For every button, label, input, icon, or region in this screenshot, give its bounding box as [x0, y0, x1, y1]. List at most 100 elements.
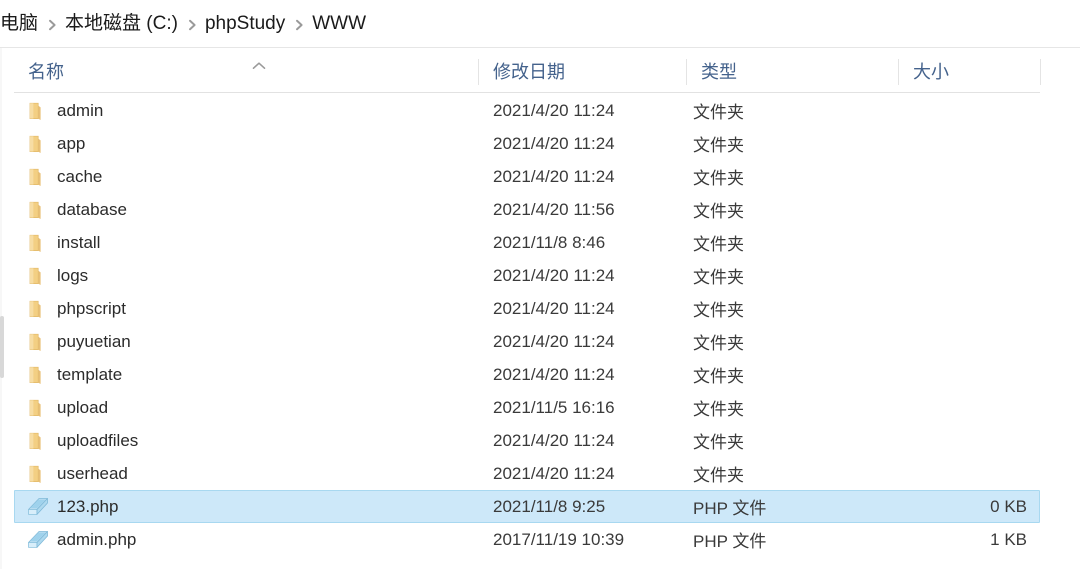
- file-row[interactable]: 123.php 2021/11/8 9:25 PHP 文件 0 KB: [14, 490, 1040, 523]
- file-type-cell: 文件夹: [693, 235, 744, 254]
- folder-icon: [23, 99, 53, 123]
- file-row[interactable]: phpscript 2021/4/20 11:24 文件夹: [14, 292, 1040, 325]
- file-row[interactable]: userhead 2021/4/20 11:24 文件夹: [14, 457, 1040, 490]
- file-name-cell: admin: [23, 99, 473, 123]
- file-size-cell: 0 KB: [990, 496, 1027, 516]
- folder-icon: [23, 429, 53, 453]
- file-row[interactable]: upload 2021/11/5 16:16 文件夹: [14, 391, 1040, 424]
- column-header-size[interactable]: 大小: [899, 49, 1040, 92]
- file-name-cell: puyuetian: [23, 330, 473, 354]
- folder-icon: [23, 462, 53, 486]
- file-name-label: template: [57, 364, 123, 384]
- file-row[interactable]: template 2021/4/20 11:24 文件夹: [14, 358, 1040, 391]
- breadcrumb-chevron-icon: [291, 19, 308, 31]
- file-row[interactable]: admin.php 2017/11/19 10:39 PHP 文件 1 KB: [14, 523, 1040, 556]
- file-row[interactable]: uploadfiles 2021/4/20 11:24 文件夹: [14, 424, 1040, 457]
- file-date-modified-cell: 2021/4/20 11:24: [493, 331, 615, 351]
- folder-icon: [23, 396, 53, 420]
- file-name-cell: admin.php: [23, 528, 473, 552]
- file-name-label: userhead: [57, 463, 128, 483]
- file-date-modified-cell: 2021/4/20 11:24: [493, 133, 615, 153]
- folder-icon: [23, 132, 53, 156]
- file-name-cell: app: [23, 132, 473, 156]
- file-type-cell: 文件夹: [693, 268, 744, 287]
- file-date-modified-cell: 2021/4/20 11:24: [493, 298, 615, 318]
- file-date-modified-cell: 2021/4/20 11:24: [493, 463, 615, 483]
- file-type-cell: 文件夹: [693, 169, 744, 188]
- sort-ascending-caret-icon: [252, 61, 266, 71]
- file-size-cell: 1 KB: [990, 529, 1027, 549]
- file-name-label: admin.php: [57, 529, 137, 549]
- php-file-icon: [23, 528, 53, 552]
- file-date-modified-cell: 2021/4/20 11:24: [493, 166, 615, 186]
- breadcrumb-this-pc[interactable]: 电脑: [0, 11, 44, 36]
- file-date-modified-cell: 2021/11/5 16:16: [493, 397, 615, 417]
- breadcrumb-local-disk-c[interactable]: 本地磁盘 (C:): [61, 11, 184, 36]
- file-row[interactable]: logs 2021/4/20 11:24 文件夹: [14, 259, 1040, 292]
- file-row[interactable]: admin 2021/4/20 11:24 文件夹: [14, 94, 1040, 127]
- file-name-cell: database: [23, 198, 473, 222]
- folder-icon: [23, 231, 53, 255]
- address-bar: 电脑 本地磁盘 (C:) phpStudy WWW: [0, 0, 1080, 48]
- file-name-label: install: [57, 232, 101, 252]
- file-date-modified-cell: 2021/11/8 9:25: [493, 496, 606, 516]
- file-type-cell: 文件夹: [693, 334, 744, 353]
- file-name-label: uploadfiles: [57, 430, 139, 450]
- file-name-label: logs: [57, 265, 89, 285]
- folder-icon: [23, 264, 53, 288]
- file-name-label: admin: [57, 100, 104, 120]
- file-type-cell: PHP 文件: [693, 532, 767, 551]
- file-date-modified-cell: 2021/4/20 11:56: [493, 199, 615, 219]
- file-name-cell: phpscript: [23, 297, 473, 321]
- php-file-icon: [23, 495, 53, 519]
- file-row[interactable]: database 2021/4/20 11:56 文件夹: [14, 193, 1040, 226]
- file-row[interactable]: cache 2021/4/20 11:24 文件夹: [14, 160, 1040, 193]
- breadcrumb-phpstudy[interactable]: phpStudy: [201, 11, 291, 36]
- column-header-row: 名称 修改日期 类型 大小: [14, 49, 1041, 93]
- file-name-cell: uploadfiles: [23, 429, 473, 453]
- file-date-modified-cell: 2021/4/20 11:24: [493, 430, 615, 450]
- file-name-cell: userhead: [23, 462, 473, 486]
- file-row[interactable]: install 2021/11/8 8:46 文件夹: [14, 226, 1040, 259]
- file-name-label: database: [57, 199, 127, 219]
- file-date-modified-cell: 2021/11/8 8:46: [493, 232, 606, 252]
- navigation-pane-scrollbar-thumb[interactable]: [0, 316, 4, 378]
- file-type-cell: 文件夹: [693, 466, 744, 485]
- file-name-cell: install: [23, 231, 473, 255]
- file-name-cell: logs: [23, 264, 473, 288]
- file-name-label: app: [57, 133, 86, 153]
- column-divider-size[interactable]: [1040, 59, 1041, 85]
- file-name-cell: cache: [23, 165, 473, 189]
- file-date-modified-cell: 2021/4/20 11:24: [493, 100, 615, 120]
- folder-icon: [23, 363, 53, 387]
- file-list[interactable]: admin 2021/4/20 11:24 文件夹 app 2021/4/20 11:2…: [14, 94, 1040, 569]
- column-header-date-modified[interactable]: 修改日期: [479, 49, 686, 92]
- file-name-label: phpscript: [57, 298, 126, 318]
- column-header-name[interactable]: 名称: [14, 49, 478, 92]
- file-name-cell: template: [23, 363, 473, 387]
- file-type-cell: 文件夹: [693, 367, 744, 386]
- file-type-cell: 文件夹: [693, 103, 744, 122]
- file-row[interactable]: puyuetian 2021/4/20 11:24 文件夹: [14, 325, 1040, 358]
- column-header-size-label: 大小: [913, 61, 949, 82]
- folder-icon: [23, 330, 53, 354]
- column-header-type[interactable]: 类型: [687, 49, 898, 92]
- file-type-cell: PHP 文件: [693, 499, 767, 518]
- file-explorer-window: 电脑 本地磁盘 (C:) phpStudy WWW 名称 修改日期 类型 大小 adm…: [0, 0, 1080, 569]
- file-name-label: 123.php: [57, 496, 119, 516]
- file-date-modified-cell: 2017/11/19 10:39: [493, 529, 625, 549]
- file-type-cell: 文件夹: [693, 400, 744, 419]
- file-row[interactable]: app 2021/4/20 11:24 文件夹: [14, 127, 1040, 160]
- folder-icon: [23, 198, 53, 222]
- navigation-pane-splitter[interactable]: [0, 48, 2, 569]
- breadcrumb: 电脑 本地磁盘 (C:) phpStudy WWW: [0, 11, 372, 36]
- file-name-label: cache: [57, 166, 103, 186]
- folder-icon: [23, 297, 53, 321]
- column-header-date-modified-label: 修改日期: [493, 61, 565, 82]
- breadcrumb-chevron-icon: [44, 19, 61, 31]
- file-name-label: upload: [57, 397, 109, 417]
- breadcrumb-www[interactable]: WWW: [308, 11, 372, 36]
- file-type-cell: 文件夹: [693, 136, 744, 155]
- file-date-modified-cell: 2021/4/20 11:24: [493, 265, 615, 285]
- file-type-cell: 文件夹: [693, 301, 744, 320]
